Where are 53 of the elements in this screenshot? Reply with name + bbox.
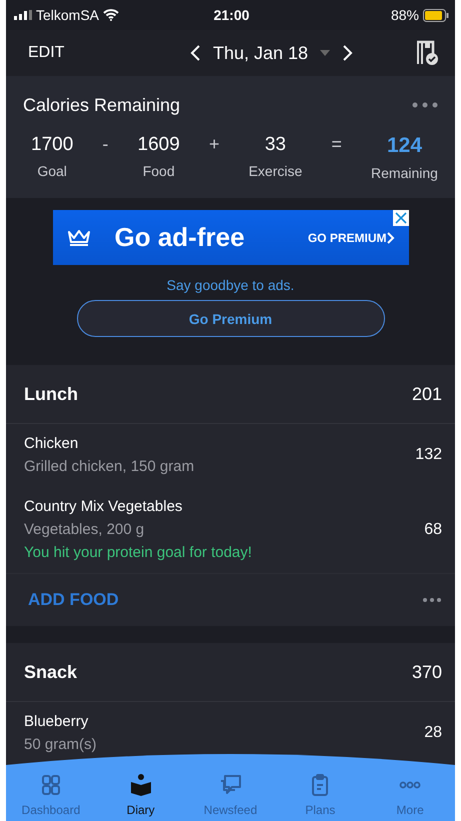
calorie-value: 1609 <box>138 134 180 156</box>
close-icon[interactable] <box>392 210 408 226</box>
math-operator: = <box>331 134 342 155</box>
go-premium-button[interactable]: Go Premium <box>76 300 384 337</box>
food-detail: Vegetables, 200 g <box>24 521 146 538</box>
food-name: Chicken <box>24 435 80 452</box>
food-name: Country Mix Vegetables <box>24 498 184 515</box>
more-options-icon[interactable] <box>423 598 441 602</box>
food-calories: 132 <box>415 446 442 464</box>
dropdown-caret-icon[interactable] <box>320 50 330 56</box>
food-name: Blueberry <box>24 713 90 730</box>
tab-item[interactable]: Diary <box>100 773 181 817</box>
date-label[interactable]: Thu, Jan 18 <box>212 42 308 64</box>
meal-name: Snack <box>24 662 78 682</box>
battery-percent: 88% <box>390 7 419 23</box>
ad-headline: Go ad-free <box>114 222 246 253</box>
edit-button[interactable]: EDIT <box>28 44 128 62</box>
math-operator: - <box>102 134 108 155</box>
calorie-label: Remaining <box>371 165 438 181</box>
wifi-icon <box>103 9 120 21</box>
more-options-icon[interactable] <box>412 102 438 108</box>
calorie-label: Exercise <box>248 163 302 179</box>
ad-cta: GO PREMIUM <box>308 230 386 244</box>
meal-calories: 370 <box>412 662 442 682</box>
more-icon <box>399 781 422 789</box>
math-operator: + <box>208 134 220 155</box>
ad-tagline: Say goodbye to ads. <box>166 277 294 293</box>
calorie-value: 124 <box>386 134 422 158</box>
carrier-name: TelkomSA <box>36 7 100 23</box>
signal-icon <box>14 10 32 20</box>
crown-icon <box>66 228 90 246</box>
food-calories: 28 <box>424 724 442 742</box>
card-title: Calories Remaining <box>23 94 180 116</box>
add-food-button[interactable]: ADD FOOD <box>28 590 119 610</box>
battery-icon <box>423 8 449 22</box>
next-day-icon[interactable] <box>342 44 354 62</box>
chevron-icon <box>386 232 394 244</box>
calorie-value: 33 <box>264 134 286 156</box>
ad-banner[interactable]: Go ad-free GO PREMIUM <box>52 210 408 265</box>
food-calories: 68 <box>424 520 442 538</box>
goal-message: You hit your protein goal for today! <box>24 544 252 561</box>
meal-name: Lunch <box>24 384 78 404</box>
calorie-label: Goal <box>37 163 67 179</box>
food-detail: Grilled chicken, 150 gram <box>24 458 194 475</box>
meal-calories: 201 <box>412 384 442 404</box>
calorie-value: 1700 <box>31 134 74 156</box>
calorie-label: Food <box>142 163 175 179</box>
status-time: 21:00 <box>214 7 250 23</box>
chat-bubbles-icon <box>218 773 242 797</box>
food-detail: 50 gram(s) <box>24 736 97 753</box>
previous-day-icon[interactable] <box>188 44 201 62</box>
diary-complete-icon[interactable] <box>415 40 439 66</box>
reader-icon <box>128 773 153 797</box>
